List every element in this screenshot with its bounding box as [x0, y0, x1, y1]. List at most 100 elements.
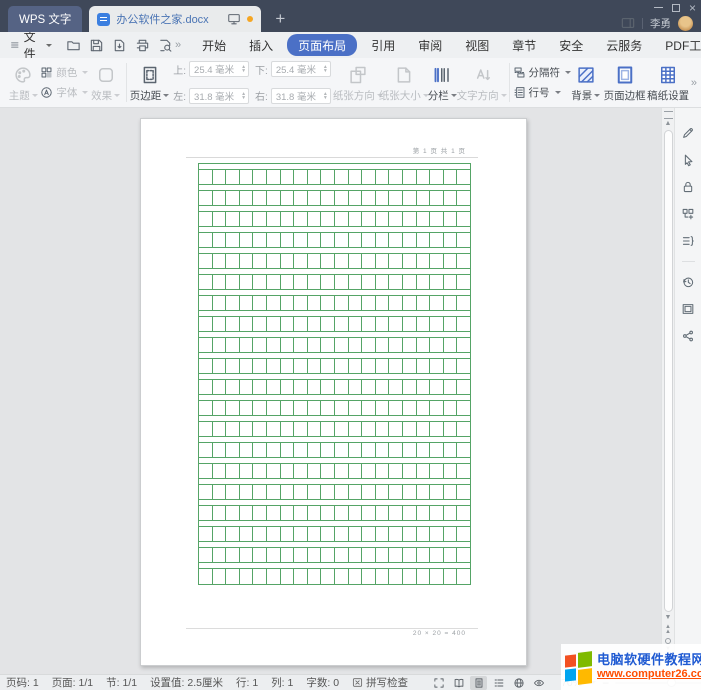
file-menu-button[interactable]: 文件 [10, 28, 52, 62]
scroll-down-arrow[interactable]: ▼ [665, 613, 672, 623]
margin-value: 31.8 毫米 [194, 89, 241, 103]
stepper-icon[interactable]: ▲▼ [241, 92, 246, 100]
frame-icon[interactable] [681, 302, 695, 316]
fullscreen-icon[interactable] [430, 676, 447, 690]
window-controls: × [654, 0, 696, 15]
menu-tab-1[interactable]: 插入 [240, 35, 282, 56]
spell-check-toggle[interactable]: 拼写检查 [352, 675, 408, 690]
read-layout-icon[interactable] [450, 676, 467, 690]
grid-row [199, 290, 470, 311]
new-tab-button[interactable]: + [275, 6, 285, 32]
page-view-icon[interactable] [470, 676, 487, 690]
lock-icon[interactable] [681, 180, 695, 194]
status-fields: 页码: 1 页面: 1/1 节: 1/1 设置值: 2.5厘米行: 1 列: 1 字数: … [6, 675, 352, 690]
split-handle[interactable] [664, 111, 673, 119]
menu-tab-6[interactable]: 章节 [503, 35, 545, 56]
margin-label: 右: [255, 88, 268, 103]
orientation-button[interactable]: 纸张方向 [335, 58, 381, 107]
avatar[interactable] [678, 16, 693, 31]
outline-view-icon[interactable] [490, 676, 507, 690]
status-field-6[interactable]: 字数: 0 [306, 675, 339, 690]
workspace: 第 1 页 共 1 页 20 × 20 = 400 ▲ ▼ ▲▲ ▼▼ [0, 108, 701, 674]
quick-access-toolbar [66, 38, 173, 53]
breaks-button[interactable]: 分隔符 [513, 65, 569, 80]
margin-input[interactable]: 25.4 毫米▲▼ [271, 61, 331, 77]
wps-app-tab[interactable]: WPS 文字 [8, 6, 82, 32]
margin-spinner-1: 左:31.8 毫米▲▼ [173, 85, 249, 108]
minimize-button[interactable] [654, 7, 663, 9]
menu-tab-2-active[interactable]: 页面布局 [287, 34, 357, 56]
paper-size-button[interactable]: 纸张大小 [381, 58, 427, 107]
menu-tab-4[interactable]: 审阅 [409, 35, 451, 56]
orientation-icon [348, 65, 368, 85]
user-name[interactable]: 李勇 [650, 16, 671, 31]
document-page[interactable]: 第 1 页 共 1 页 20 × 20 = 400 [140, 118, 527, 666]
margin-input[interactable]: 25.4 毫米▲▼ [189, 61, 249, 77]
background-button[interactable]: 背景 [569, 58, 603, 107]
stepper-icon[interactable]: ▲▼ [323, 92, 328, 100]
history-icon[interactable] [681, 275, 695, 289]
pointer-icon[interactable] [681, 153, 695, 167]
manuscript-setup-button[interactable]: 稿纸设置 [646, 58, 689, 107]
status-field-4[interactable]: 行: 1 [236, 675, 258, 690]
line-numbers-button[interactable]: 行号 [513, 85, 569, 100]
tab-pin-icon[interactable] [227, 12, 241, 26]
stepper-icon[interactable]: ▲▼ [323, 65, 328, 73]
web-layout-icon[interactable] [510, 676, 527, 690]
extract-icon[interactable] [681, 207, 695, 221]
menu-tab-7[interactable]: 安全 [550, 35, 592, 56]
menu-tab-0[interactable]: 开始 [193, 35, 235, 56]
scroll-up-arrow[interactable]: ▲ [665, 119, 672, 129]
page-header-text: 第 1 页 共 1 页 [413, 145, 466, 155]
print-preview-icon[interactable] [158, 38, 173, 53]
menu-tab-3[interactable]: 引用 [362, 35, 404, 56]
quick-access-more-button[interactable]: » [175, 39, 181, 51]
hide-panel-icon[interactable] [621, 16, 635, 30]
margin-spinner-2: 下:25.4 毫米▲▼ [255, 58, 331, 81]
theme-colors-button[interactable]: 颜色 [40, 65, 88, 80]
margin-input[interactable]: 31.8 毫米▲▼ [271, 88, 331, 104]
text-direction-button[interactable]: 文字方向 [458, 58, 506, 107]
eye-protection-icon[interactable] [530, 676, 547, 690]
grid-row [199, 269, 470, 290]
print-icon[interactable] [135, 38, 150, 53]
menu-tab-9[interactable]: PDF工具 [656, 35, 701, 56]
status-field-5[interactable]: 列: 1 [271, 675, 293, 690]
status-field-3[interactable]: 设置值: 2.5厘米 [150, 675, 223, 690]
save-icon[interactable] [89, 38, 104, 53]
theme-button[interactable]: 主题 [6, 58, 40, 107]
menu-tab-8[interactable]: 云服务 [597, 35, 651, 56]
vertical-scrollbar: ▲ ▼ ▲▲ ▼▼ [661, 108, 674, 674]
grid-row [199, 248, 470, 269]
status-field-2[interactable]: 节: 1/1 [106, 675, 137, 690]
ribbon-more-button[interactable]: » [691, 77, 697, 89]
document-tab[interactable]: 办公软件之家.docx [89, 6, 261, 32]
status-field-0[interactable]: 页码: 1 [6, 675, 39, 690]
document-tab-title: 办公软件之家.docx [116, 11, 221, 27]
effects-button[interactable]: 效果 [88, 58, 122, 107]
scrollbar-thumb[interactable] [664, 130, 673, 612]
close-button[interactable]: × [689, 2, 696, 14]
grid-row [199, 395, 470, 416]
menu-tab-5[interactable]: 视图 [456, 35, 498, 56]
outline-icon[interactable] [681, 234, 695, 248]
document-canvas[interactable]: 第 1 页 共 1 页 20 × 20 = 400 [0, 108, 661, 674]
theme-fonts-button[interactable]: 字体 [40, 85, 88, 100]
page-border-button[interactable]: 页面边框 [603, 58, 646, 107]
status-field-1[interactable]: 页面: 1/1 [52, 675, 93, 690]
columns-button[interactable]: 分栏 [427, 58, 458, 107]
stepper-icon[interactable]: ▲▼ [241, 65, 246, 73]
wps-writer-window: WPS 文字 办公软件之家.docx + × 李勇 文件 » 开始插 [0, 0, 701, 690]
divider [642, 18, 643, 29]
margin-input[interactable]: 31.8 毫米▲▼ [189, 88, 249, 104]
open-folder-icon[interactable] [66, 38, 81, 53]
margins-button[interactable]: 页边距 [130, 58, 170, 107]
share-icon[interactable] [681, 329, 695, 343]
header-rule [186, 157, 478, 158]
export-icon[interactable] [112, 38, 127, 53]
maximize-button[interactable] [672, 4, 680, 12]
pen-icon[interactable] [681, 126, 695, 140]
previous-page-button[interactable]: ▲▲ [665, 625, 671, 635]
line-numbers-icon [513, 86, 526, 99]
manuscript-grid [198, 163, 471, 585]
